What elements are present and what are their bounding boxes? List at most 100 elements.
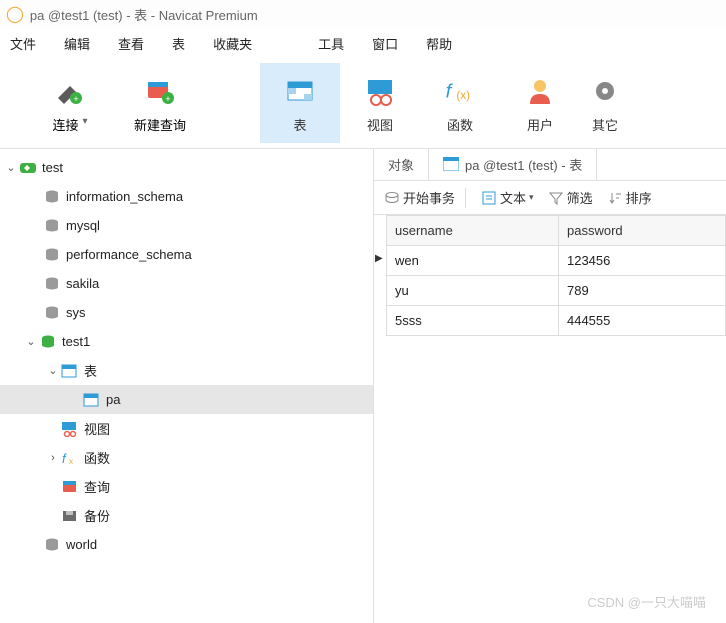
- tool-table[interactable]: 表: [260, 63, 340, 143]
- sidebar-tree: ⌄ test ›information_schema ›mysql ›perfo…: [0, 149, 373, 623]
- btn-sort[interactable]: 排序: [603, 188, 656, 207]
- connection-icon: [18, 159, 38, 177]
- svg-text:+: +: [165, 94, 170, 104]
- table-icon: [443, 157, 459, 173]
- svg-text:+: +: [73, 94, 78, 104]
- caret-down-icon[interactable]: ⌄: [46, 364, 60, 377]
- grid-header-row: username password: [387, 216, 726, 246]
- col-password[interactable]: password: [558, 216, 725, 246]
- database-open-icon: [38, 333, 58, 351]
- menu-tools[interactable]: 工具: [318, 34, 344, 53]
- tool-other-label: 其它: [592, 115, 618, 134]
- menu-file[interactable]: 文件: [10, 34, 36, 53]
- tree-group-views[interactable]: 视图: [0, 414, 373, 443]
- svg-text:(x): (x): [456, 89, 470, 102]
- tool-other[interactable]: 其它: [580, 63, 630, 143]
- tables-group-icon: [60, 362, 80, 380]
- table-row[interactable]: 5sss 444555: [387, 306, 726, 336]
- view-icon: [362, 73, 398, 109]
- text-icon: [481, 190, 497, 206]
- backup-icon: [60, 507, 80, 525]
- tabstrip: 对象 pa @test1 (test) - 表: [374, 149, 726, 181]
- database-icon: [42, 536, 62, 554]
- tree-group-functions[interactable]: ›fx函数: [0, 443, 373, 472]
- tree-db-sys[interactable]: ›sys: [0, 298, 373, 327]
- svg-text:f: f: [446, 80, 454, 102]
- cell-username[interactable]: wen: [387, 246, 559, 276]
- chevron-down-icon: ▾: [529, 192, 534, 203]
- tool-view-label: 视图: [367, 115, 393, 134]
- plug-icon: +: [52, 73, 88, 109]
- tree-db-test1[interactable]: ⌄test1: [0, 327, 373, 356]
- query-icon: +: [142, 73, 178, 109]
- tree-group-queries[interactable]: 查询: [0, 472, 373, 501]
- caret-right-icon[interactable]: ›: [46, 452, 60, 464]
- tab-current-table[interactable]: pa @test1 (test) - 表: [429, 149, 597, 180]
- database-icon: [42, 275, 62, 293]
- btn-filter[interactable]: 筛选: [544, 188, 597, 207]
- menu-edit[interactable]: 编辑: [64, 34, 90, 53]
- database-icon: [42, 217, 62, 235]
- tree-group-tables[interactable]: ⌄表: [0, 356, 373, 385]
- tree-db-world[interactable]: ›world: [0, 530, 373, 559]
- menu-help[interactable]: 帮助: [426, 34, 452, 53]
- cell-password[interactable]: 123456: [558, 246, 725, 276]
- tree-connection-test[interactable]: ⌄ test: [0, 153, 373, 182]
- toolbar: + 连接▾ + 新建查询 表 视图 f(x) 函数 用户: [0, 58, 726, 148]
- tree-connection-label: test: [42, 160, 63, 175]
- function-icon: fx: [60, 449, 80, 467]
- tree-group-backups[interactable]: 备份: [0, 501, 373, 530]
- svg-text:x: x: [69, 457, 73, 466]
- sort-icon: [607, 190, 623, 206]
- svg-text:f: f: [62, 451, 67, 466]
- menu-view[interactable]: 查看: [118, 34, 144, 53]
- caret-down-icon[interactable]: ⌄: [24, 335, 38, 348]
- menu-window[interactable]: 窗口: [372, 34, 398, 53]
- menu-favorites[interactable]: 收藏夹: [213, 34, 252, 53]
- tool-new-query-label: 新建查询: [134, 115, 186, 134]
- cell-username[interactable]: yu: [387, 276, 559, 306]
- col-username[interactable]: username: [387, 216, 559, 246]
- tool-connection[interactable]: + 连接▾: [30, 63, 110, 143]
- tool-function[interactable]: f(x) 函数: [420, 63, 500, 143]
- query-icon: [60, 478, 80, 496]
- tree-table-pa[interactable]: pa: [0, 385, 373, 414]
- data-grid[interactable]: username password wen 123456 yu 789 5sss: [386, 215, 726, 336]
- app-icon: ◯: [6, 4, 24, 24]
- table-row[interactable]: yu 789: [387, 276, 726, 306]
- database-icon: [42, 304, 62, 322]
- tool-user[interactable]: 用户: [500, 63, 580, 143]
- menubar: 文件 编辑 查看 表 收藏夹 工具 窗口 帮助: [0, 28, 726, 58]
- database-icon: [42, 188, 62, 206]
- user-icon: [522, 73, 558, 109]
- views-icon: [60, 420, 80, 438]
- tool-connection-label: 连接: [52, 115, 78, 134]
- btn-text[interactable]: 文本 ▾: [477, 188, 538, 207]
- tool-table-label: 表: [293, 115, 306, 134]
- filter-icon: [548, 190, 564, 206]
- main-panel: 对象 pa @test1 (test) - 表 开始事务 文本 ▾ 筛选: [373, 149, 726, 623]
- table-icon: [282, 73, 318, 109]
- tree-db-information-schema[interactable]: ›information_schema: [0, 182, 373, 211]
- btn-begin-transaction[interactable]: 开始事务: [380, 188, 459, 207]
- grid-toolbar: 开始事务 文本 ▾ 筛选 排序: [374, 181, 726, 215]
- tool-user-label: 用户: [527, 115, 553, 134]
- tool-new-query[interactable]: + 新建查询: [110, 63, 210, 143]
- table-row[interactable]: wen 123456: [387, 246, 726, 276]
- cell-password[interactable]: 789: [558, 276, 725, 306]
- table-icon: [82, 391, 102, 409]
- transaction-icon: [384, 190, 400, 206]
- database-icon: [42, 246, 62, 264]
- caret-down-icon[interactable]: ⌄: [4, 161, 18, 174]
- menu-table[interactable]: 表: [172, 34, 185, 53]
- gear-icon: [587, 73, 623, 109]
- cell-username[interactable]: 5sss: [387, 306, 559, 336]
- tree-db-sakila[interactable]: ›sakila: [0, 269, 373, 298]
- tool-view[interactable]: 视图: [340, 63, 420, 143]
- function-icon: f(x): [442, 73, 478, 109]
- tree-db-performance-schema[interactable]: ›performance_schema: [0, 240, 373, 269]
- window-title: pa @test1 (test) - 表 - Navicat Premium: [30, 5, 258, 24]
- cell-password[interactable]: 444555: [558, 306, 725, 336]
- tree-db-mysql[interactable]: ›mysql: [0, 211, 373, 240]
- tab-objects[interactable]: 对象: [374, 149, 429, 180]
